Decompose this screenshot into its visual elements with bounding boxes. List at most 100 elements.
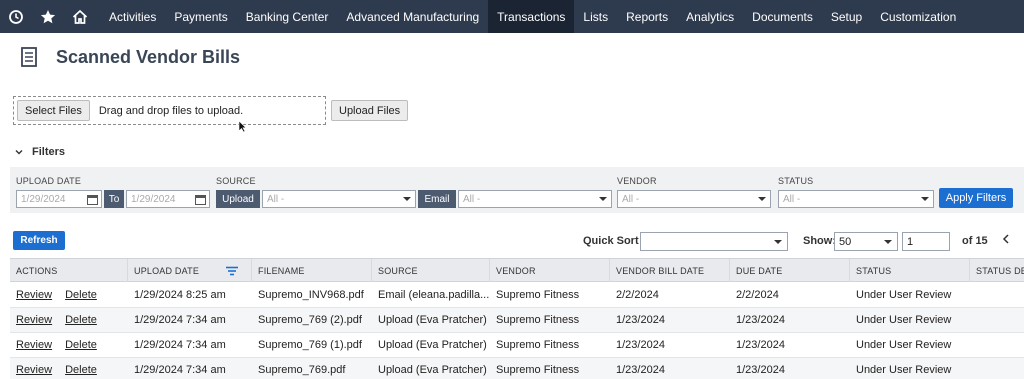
cell-bill-date: 1/23/2024 xyxy=(616,314,665,326)
table-row: Review Delete 1/29/2024 8:25 am Supremo_INV… xyxy=(10,283,1024,308)
cell-vendor: Supremo Fitness xyxy=(496,314,580,326)
col-header-vendor-bill-date[interactable]: VENDOR BILL DATE xyxy=(610,259,730,282)
nav-item-advanced-manufacturing[interactable]: Advanced Manufacturing xyxy=(337,0,488,33)
table-row: Review Delete 1/29/2024 7:34 am Supremo_769… xyxy=(10,333,1024,358)
vendor-value: All - xyxy=(622,193,640,205)
sort-descending-icon[interactable] xyxy=(225,266,239,276)
refresh-button[interactable]: Refresh xyxy=(13,231,65,250)
col-header-filename[interactable]: FILENAME xyxy=(252,259,372,282)
vendor-label: VENDOR xyxy=(617,176,657,186)
table-header: ACTIONS UPLOAD DATE FILENAME SOURCE VEND… xyxy=(10,258,1024,282)
nav-item-customization[interactable]: Customization xyxy=(871,0,965,33)
cell-due-date: 1/23/2024 xyxy=(736,339,785,351)
nav-item-activities[interactable]: Activities xyxy=(100,0,165,33)
date-to-field[interactable]: 1/29/2024 xyxy=(126,190,210,208)
email-source-select[interactable]: All - xyxy=(458,190,612,208)
recent-icon[interactable] xyxy=(0,0,32,33)
filters-toggle[interactable]: Filters xyxy=(14,146,65,158)
status-value: All - xyxy=(783,193,801,205)
review-link[interactable]: Review xyxy=(16,339,52,351)
cell-vendor: Supremo Fitness xyxy=(496,339,580,351)
delete-link[interactable]: Delete xyxy=(65,364,97,376)
page-count-label: of 15 xyxy=(962,235,988,247)
page-number-value: 1 xyxy=(907,235,914,248)
col-header-source[interactable]: SOURCE xyxy=(372,259,490,282)
cell-upload-date: 1/29/2024 7:34 am xyxy=(134,339,226,351)
page-number-input[interactable]: 1 xyxy=(902,232,950,251)
nav-menu: Activities Payments Banking Center Advanced… xyxy=(100,0,965,33)
cell-upload-date: 1/29/2024 7:34 am xyxy=(134,364,226,376)
row-actions: Review Delete xyxy=(10,283,128,307)
cell-filename: Supremo_769 (2).pdf xyxy=(258,314,362,326)
date-to-value: 1/29/2024 xyxy=(131,193,176,205)
cell-due-date: 1/23/2024 xyxy=(736,314,785,326)
file-dropzone[interactable]: Select Files Drag and drop files to uplo… xyxy=(13,96,326,125)
col-header-due-date[interactable]: DUE DATE xyxy=(730,259,850,282)
nav-item-lists[interactable]: Lists xyxy=(574,0,617,33)
status-label: STATUS xyxy=(778,176,814,186)
cell-upload-date: 1/29/2024 8:25 am xyxy=(134,289,226,301)
delete-link[interactable]: Delete xyxy=(65,339,97,351)
cell-source: Upload (Eva Pratcher) xyxy=(378,314,487,326)
row-actions: Review Delete xyxy=(10,333,128,357)
delete-link[interactable]: Delete xyxy=(65,314,97,326)
nav-item-setup[interactable]: Setup xyxy=(822,0,871,33)
chevron-down-icon xyxy=(15,150,23,155)
nav-item-reports[interactable]: Reports xyxy=(617,0,677,33)
cell-bill-date: 1/23/2024 xyxy=(616,339,665,351)
calendar-icon[interactable] xyxy=(87,194,98,205)
nav-item-analytics[interactable]: Analytics xyxy=(677,0,743,33)
col-header-status-desc[interactable]: STATUS DES xyxy=(970,259,1024,282)
dropdown-caret-icon xyxy=(758,197,766,201)
page-size-value: 50 xyxy=(839,235,852,248)
review-link[interactable]: Review xyxy=(16,289,52,301)
filters-heading: Filters xyxy=(32,146,66,158)
col-header-vendor[interactable]: VENDOR xyxy=(490,259,610,282)
status-select[interactable]: All - xyxy=(778,190,934,208)
upload-date-label: UPLOAD DATE xyxy=(16,176,82,186)
review-link[interactable]: Review xyxy=(16,364,52,376)
home-icon[interactable] xyxy=(64,0,96,33)
row-actions: Review Delete xyxy=(10,358,128,379)
cell-source: Upload (Eva Pratcher) xyxy=(378,364,487,376)
nav-item-transactions[interactable]: Transactions xyxy=(488,0,575,33)
dropdown-caret-icon xyxy=(599,197,607,201)
date-from-field[interactable]: 1/29/2024 xyxy=(16,190,102,208)
calendar-icon[interactable] xyxy=(195,194,206,205)
review-link[interactable]: Review xyxy=(16,314,52,326)
nav-item-banking-center[interactable]: Banking Center xyxy=(237,0,338,33)
date-to-tag: To xyxy=(104,190,124,208)
quick-sort-select[interactable] xyxy=(640,232,788,251)
cell-due-date: 2/2/2024 xyxy=(736,289,779,301)
document-icon xyxy=(21,47,37,67)
star-icon[interactable] xyxy=(32,0,64,33)
cell-status: Under User Review xyxy=(856,314,952,326)
dropdown-caret-icon xyxy=(921,197,929,201)
upload-source-select[interactable]: All - xyxy=(262,190,416,208)
top-nav-bar: Activities Payments Banking Center Advanced… xyxy=(0,0,1024,33)
page-size-select[interactable]: 50 xyxy=(834,232,898,251)
source-label: SOURCE xyxy=(216,176,256,186)
delete-link[interactable]: Delete xyxy=(65,289,97,301)
quick-sort-label: Quick Sort xyxy=(583,235,639,247)
col-header-status[interactable]: STATUS xyxy=(850,259,970,282)
mouse-cursor-icon xyxy=(238,120,247,133)
cell-status: Under User Review xyxy=(856,289,952,301)
chevron-left-icon[interactable] xyxy=(1002,234,1010,244)
col-header-actions: ACTIONS xyxy=(10,259,128,282)
cell-filename: Supremo_769 (1).pdf xyxy=(258,339,362,351)
cell-filename: Supremo_769.pdf xyxy=(258,364,346,376)
dropdown-caret-icon xyxy=(884,240,892,244)
cell-bill-date: 2/2/2024 xyxy=(616,289,659,301)
upload-files-button[interactable]: Upload Files xyxy=(331,100,409,121)
col-header-upload-date[interactable]: UPLOAD DATE xyxy=(128,259,252,282)
apply-filters-button[interactable]: Apply Filters xyxy=(939,188,1013,208)
email-source-tag: Email xyxy=(418,190,456,208)
select-files-button[interactable]: Select Files xyxy=(17,100,90,121)
upload-source-value: All - xyxy=(267,193,285,205)
nav-item-payments[interactable]: Payments xyxy=(165,0,236,33)
nav-item-documents[interactable]: Documents xyxy=(743,0,822,33)
vendor-select[interactable]: All - xyxy=(617,190,771,208)
cell-status: Under User Review xyxy=(856,364,952,376)
dropdown-caret-icon xyxy=(774,240,782,244)
